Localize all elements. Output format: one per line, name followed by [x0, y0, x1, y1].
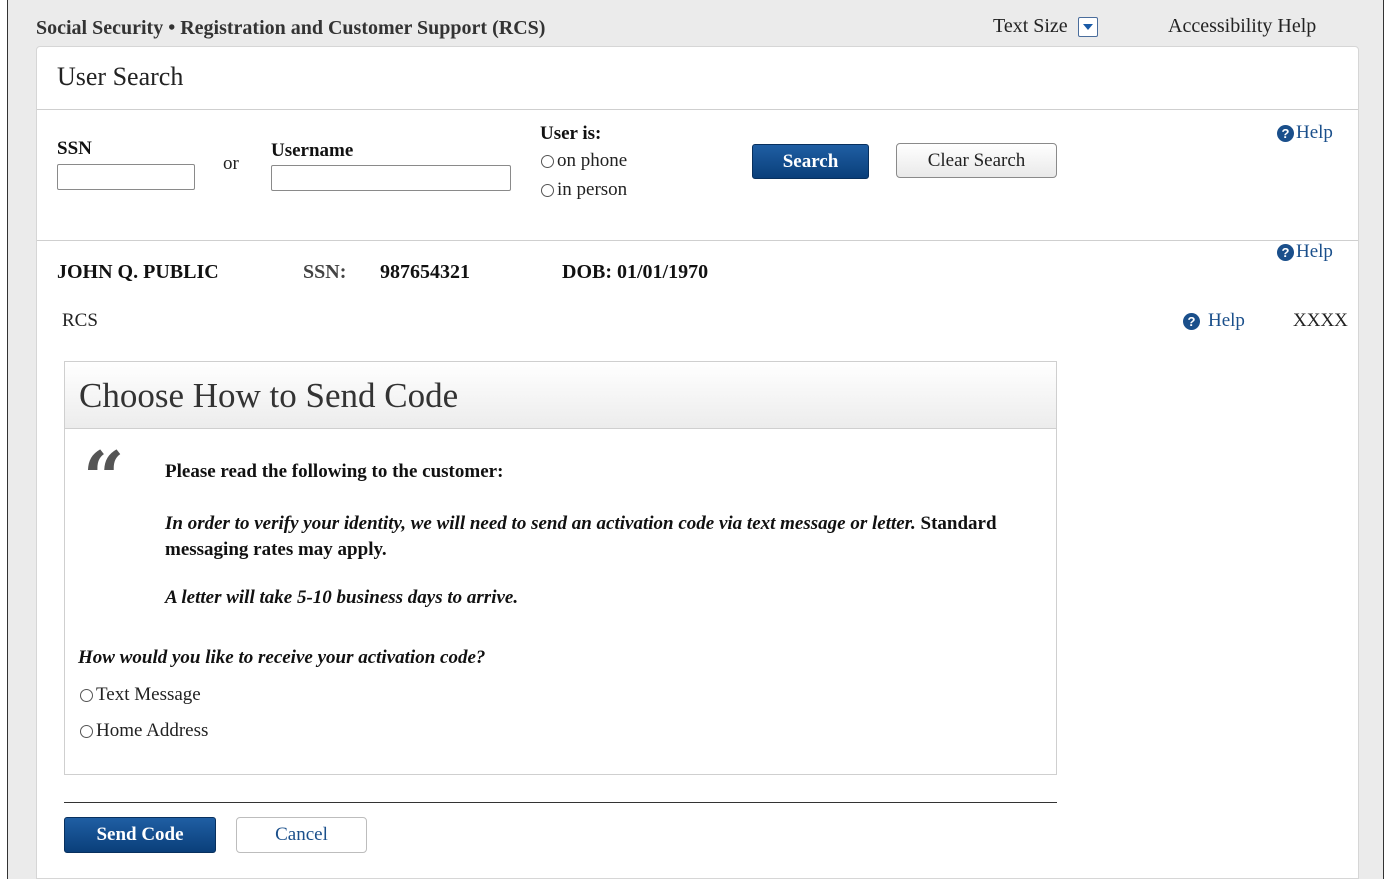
- ssn-input[interactable]: [57, 164, 195, 190]
- top-bar: Social Security • Registration and Custo…: [8, 0, 1383, 48]
- panel-header: Choose How to Send Code: [65, 362, 1056, 429]
- help-label: Help: [1208, 310, 1245, 331]
- user-is-label: User is:: [540, 123, 602, 144]
- chevron-down-icon[interactable]: [1077, 16, 1098, 37]
- cancel-button[interactable]: Cancel: [236, 817, 367, 853]
- page-title: User Search: [57, 62, 184, 91]
- divider: [37, 109, 1358, 110]
- or-label: or: [223, 153, 239, 174]
- radio-icon[interactable]: [80, 688, 93, 702]
- radio-on-phone[interactable]: on phone: [541, 150, 627, 172]
- radio-icon[interactable]: [541, 154, 554, 168]
- username-label: Username: [271, 140, 354, 161]
- script-text: In order to verify your identity, we wil…: [165, 511, 1005, 563]
- radio-in-person[interactable]: in person: [541, 179, 627, 201]
- ssn-field-label: SSN:: [303, 261, 347, 283]
- app-frame: Social Security • Registration and Custo…: [7, 0, 1384, 879]
- radio-icon[interactable]: [541, 183, 554, 197]
- delivery-question: How would you like to receive your activ…: [78, 647, 486, 668]
- brand-title: Social Security • Registration and Custo…: [36, 17, 546, 39]
- search-help-link[interactable]: ? Help: [1277, 122, 1333, 144]
- ssn-label: SSN: [57, 138, 92, 159]
- radio-text-message[interactable]: Text Message: [80, 684, 201, 706]
- app-label: RCS: [62, 310, 98, 331]
- dob-value: DOB: 01/01/1970: [562, 261, 709, 283]
- quote-icon: “: [83, 435, 125, 520]
- search-button[interactable]: Search: [752, 144, 869, 179]
- ssn-value: 987654321: [380, 261, 470, 283]
- help-label: Help: [1296, 241, 1333, 262]
- clear-search-button[interactable]: Clear Search: [896, 143, 1057, 178]
- letter-note: A letter will take 5-10 business days to…: [165, 587, 519, 608]
- radio-label: Home Address: [96, 720, 209, 741]
- radio-home-address[interactable]: Home Address: [80, 720, 208, 742]
- script-italic: In order to verify your identity, we wil…: [165, 513, 916, 534]
- action-divider: [64, 802, 1057, 803]
- rcs-help-link[interactable]: ? Help: [1183, 310, 1245, 332]
- help-icon: ?: [1277, 124, 1294, 142]
- customer-name: JOHN Q. PUBLIC: [57, 261, 219, 283]
- customer-help-link[interactable]: ? Help: [1277, 241, 1333, 263]
- masked-id: XXXX: [1293, 310, 1348, 331]
- radio-label: Text Message: [96, 684, 201, 705]
- instruction-text: Please read the following to the custome…: [165, 461, 504, 482]
- help-icon: ?: [1277, 243, 1294, 261]
- send-code-panel: Choose How to Send Code “ Please read th…: [64, 361, 1057, 775]
- help-icon: ?: [1183, 312, 1200, 330]
- username-input[interactable]: [271, 165, 511, 191]
- help-label: Help: [1296, 122, 1333, 143]
- text-size-label: Text Size: [993, 15, 1068, 37]
- radio-icon[interactable]: [80, 724, 93, 738]
- divider: [37, 240, 1358, 241]
- accessibility-help-link[interactable]: Accessibility Help: [1168, 15, 1316, 38]
- main-card: User Search SSN or Username User is: on …: [36, 46, 1359, 879]
- send-code-button[interactable]: Send Code: [64, 817, 216, 853]
- text-size-control[interactable]: Text Size: [993, 15, 1098, 38]
- radio-label: on phone: [557, 150, 628, 171]
- panel-title: Choose How to Send Code: [79, 376, 459, 415]
- radio-label: in person: [557, 179, 628, 200]
